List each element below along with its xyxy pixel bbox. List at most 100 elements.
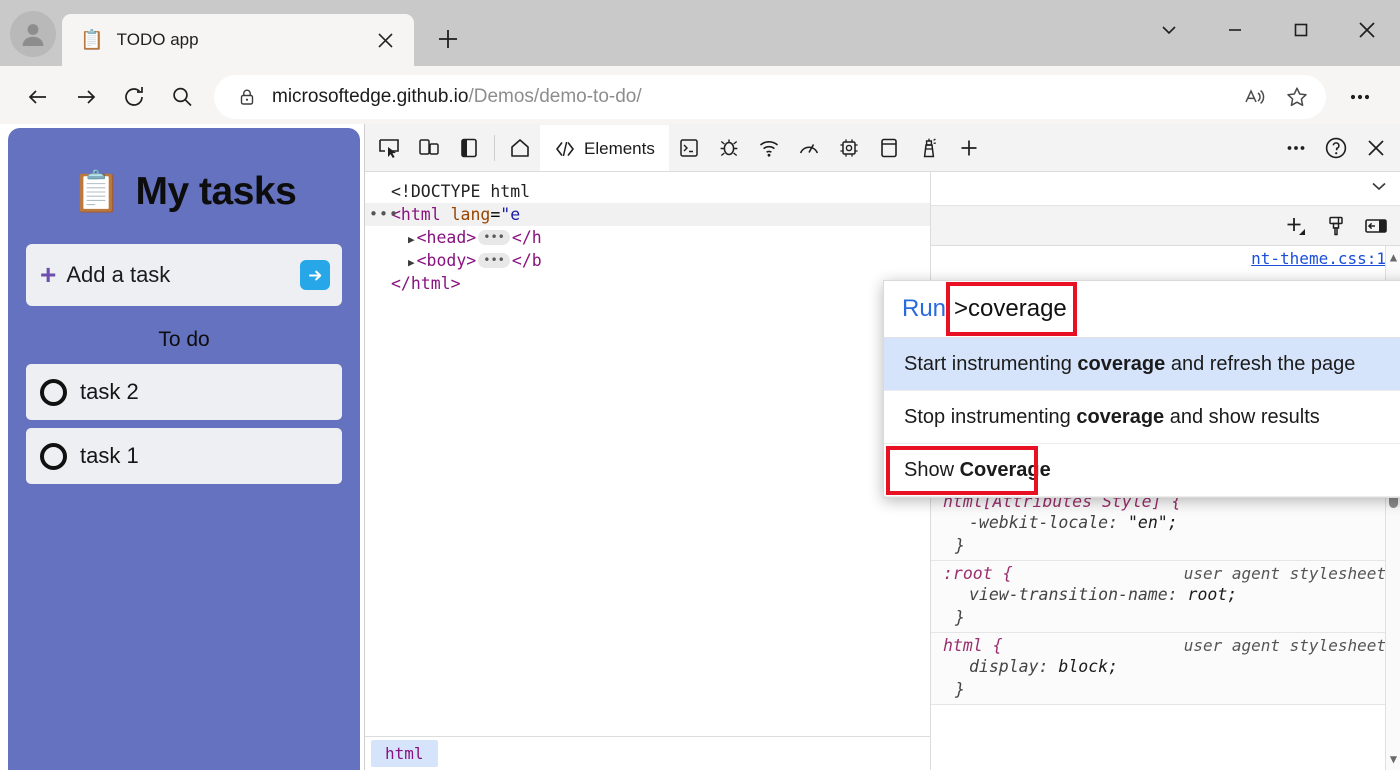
css-property-value[interactable]: block;	[1058, 657, 1118, 676]
task-checkbox[interactable]	[40, 443, 67, 470]
command-menu-item[interactable]: Show CoverageQuick View	[884, 444, 1400, 497]
panel-memory-button[interactable]	[829, 128, 869, 168]
tab-elements[interactable]: Elements	[540, 125, 669, 171]
css-property-name[interactable]: view-transition-name:	[969, 585, 1188, 604]
minimize-button[interactable]	[1202, 2, 1268, 58]
element-classes-button[interactable]	[1318, 210, 1354, 242]
devtools-help-button[interactable]	[1316, 128, 1356, 168]
breadcrumb: html	[365, 736, 930, 770]
css-declaration[interactable]: -webkit-locale: "en";	[943, 511, 1400, 534]
maximize-icon	[1291, 20, 1311, 40]
favorite-button[interactable]	[1276, 76, 1318, 118]
browser-tab-todo-app[interactable]: 📋 TODO app	[62, 14, 414, 66]
css-rule-close-brace: }	[943, 606, 1400, 629]
devtools-settings-button[interactable]	[1276, 128, 1316, 168]
dock-side-button[interactable]	[449, 128, 489, 168]
css-rule[interactable]: :root {user agent stylesheetview-transit…	[931, 561, 1400, 633]
task-checkbox[interactable]	[40, 379, 67, 406]
css-declaration[interactable]: view-transition-name: root;	[943, 583, 1400, 606]
network-icon	[757, 136, 781, 160]
device-emulation-button[interactable]	[409, 128, 449, 168]
dom-node-line[interactable]: ▶<head>•••</h	[365, 226, 930, 249]
search-icon	[169, 84, 195, 110]
window-close-button[interactable]	[1334, 2, 1400, 58]
dom-tree-pane[interactable]: <!DOCTYPE html•••<html lang="e▶<head>•••…	[365, 172, 930, 770]
tab-actions-button[interactable]	[1136, 2, 1202, 58]
styles-toolbar	[931, 206, 1400, 246]
dom-node-line[interactable]: </html>	[365, 272, 930, 295]
help-icon	[1323, 135, 1349, 161]
ellipsis-icon	[1284, 136, 1308, 160]
toggle-sidebar-button[interactable]	[1358, 210, 1394, 242]
forward-arrow-icon	[73, 84, 99, 110]
command-menu-input[interactable]: >coverage	[954, 295, 1067, 322]
browser-settings-button[interactable]	[1334, 73, 1386, 121]
css-rule[interactable]: html {user agent stylesheetdisplay: bloc…	[931, 633, 1400, 705]
panel-performance-button[interactable]	[789, 128, 829, 168]
command-menu-item-label: Stop instrumenting coverage and show res…	[904, 406, 1400, 429]
dom-node-line[interactable]: ▶<body>•••</b	[365, 249, 930, 272]
stylesheet-source-link[interactable]: nt-theme.css:1	[1251, 249, 1386, 268]
devtools-close-button[interactable]	[1356, 128, 1396, 168]
todo-section-label: To do	[26, 328, 342, 352]
new-style-rule-button[interactable]	[1278, 210, 1314, 242]
css-rule[interactable]: html[Attributes Style] {-webkit-locale: …	[931, 489, 1400, 561]
css-property-name[interactable]: -webkit-locale:	[969, 513, 1128, 532]
search-button[interactable]	[158, 73, 206, 121]
css-property-value[interactable]: "en";	[1128, 513, 1178, 532]
back-arrow-icon	[25, 84, 51, 110]
css-property-name[interactable]: display:	[969, 657, 1058, 676]
command-menu[interactable]: Run >coverage Start instrumenting covera…	[883, 280, 1400, 498]
minimize-icon	[1225, 20, 1245, 40]
memory-icon	[837, 136, 861, 160]
more-panels-button[interactable]	[949, 128, 989, 168]
url-host: microsoftedge.github.io	[272, 86, 468, 107]
devtools-home-button[interactable]	[500, 128, 540, 168]
scroll-down-arrow[interactable]: ▼	[1388, 752, 1399, 766]
command-menu-item[interactable]: Stop instrumenting coverage and show res…	[884, 391, 1400, 444]
forward-button[interactable]	[62, 73, 110, 121]
performance-icon	[797, 136, 821, 160]
read-aloud-button[interactable]	[1234, 76, 1276, 118]
tab-close-button[interactable]	[370, 25, 400, 55]
task-label: task 1	[80, 443, 139, 469]
chevron-down-icon[interactable]	[1368, 175, 1390, 202]
url-text: microsoftedge.github.io/Demos/demo-to-do…	[272, 86, 1234, 108]
read-aloud-icon	[1243, 85, 1267, 109]
panel-sources-button[interactable]	[709, 128, 749, 168]
tab-elements-label: Elements	[584, 139, 655, 159]
dom-tree-lines: <!DOCTYPE html•••<html lang="e▶<head>•••…	[365, 180, 930, 295]
dom-node-line[interactable]: <!DOCTYPE html	[365, 180, 930, 203]
panel-application-button[interactable]	[869, 128, 909, 168]
breadcrumb-item-html[interactable]: html	[371, 740, 438, 767]
new-tab-button[interactable]	[426, 17, 470, 61]
add-task-submit-button[interactable]	[300, 260, 330, 290]
panel-network-button[interactable]	[749, 128, 789, 168]
list-item[interactable]: task 2	[26, 364, 342, 420]
profile-avatar[interactable]	[10, 11, 56, 57]
panel-console-button[interactable]	[669, 128, 709, 168]
paintbrush-icon	[1324, 214, 1348, 238]
command-menu-item[interactable]: Start instrumenting coverage and refresh…	[884, 338, 1400, 391]
new-style-rule-icon	[1284, 214, 1308, 238]
console-icon	[677, 136, 701, 160]
back-button[interactable]	[14, 73, 62, 121]
maximize-button[interactable]	[1268, 2, 1334, 58]
dom-node-line[interactable]: •••<html lang="e	[365, 203, 930, 226]
inspect-element-button[interactable]	[369, 128, 409, 168]
css-property-value[interactable]: root;	[1188, 585, 1238, 604]
command-menu-input-row[interactable]: Run >coverage	[884, 281, 1400, 338]
star-icon	[1285, 85, 1309, 109]
address-bar[interactable]: microsoftedge.github.io/Demos/demo-to-do…	[214, 75, 1326, 119]
node-badge-ellipsis-icon[interactable]: •••	[369, 203, 399, 226]
css-declaration[interactable]: display: block;	[943, 655, 1400, 678]
chevron-down-icon	[1159, 20, 1179, 40]
add-task-row[interactable]: + Add a task	[26, 244, 342, 306]
lock-icon	[232, 87, 262, 107]
tab-favicon: 📋	[80, 31, 104, 50]
reload-button[interactable]	[110, 73, 158, 121]
list-item[interactable]: task 1	[26, 428, 342, 484]
scroll-up-arrow[interactable]: ▲	[1388, 250, 1399, 264]
panel-lighthouse-button[interactable]	[909, 128, 949, 168]
add-task-input[interactable]: Add a task	[66, 262, 300, 288]
